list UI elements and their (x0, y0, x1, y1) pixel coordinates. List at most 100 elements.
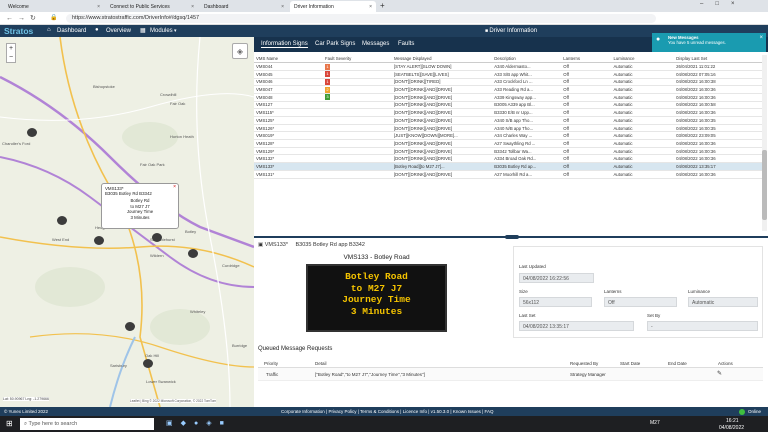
luminance-field: Automatic (688, 297, 758, 307)
browser-tab-driver-info[interactable]: Driver Information × (290, 1, 376, 12)
popup-desc: B3035 Botley Rd B3342 (105, 191, 152, 196)
vms-marker[interactable] (188, 249, 198, 258)
tab-faults[interactable]: Faults (398, 41, 414, 47)
close-icon[interactable]: × (369, 4, 372, 10)
map-place-label: Oak Hill (145, 353, 160, 358)
notification-toast[interactable]: ● New Messages You have 5 unread message… (652, 33, 766, 52)
fault-severity-cell (322, 162, 392, 171)
online-status: Online (748, 409, 762, 414)
close-icon[interactable]: × (97, 4, 100, 10)
table-row[interactable]: VMS046 1 [DON'T][DRINK][TIRED] A33 Crockfor… (254, 78, 762, 87)
queue-col: Start Date (620, 361, 641, 366)
edit-icon[interactable]: ✎ (717, 370, 722, 377)
table-scrollbar[interactable] (762, 55, 767, 231)
cell-lan: Off (561, 78, 612, 87)
cell-msg: [SEATBELTS][SAVE][LIVES] (391, 70, 493, 79)
monitor-icon: ▣ (258, 242, 265, 248)
column-header[interactable]: VMS Name (254, 55, 323, 64)
table-row[interactable]: VMS045 1 [SEATBELTS][SAVE][LIVES] A33 S/B a… (254, 70, 762, 79)
vms-marker[interactable] (57, 216, 67, 225)
vms-marker[interactable] (125, 322, 135, 331)
cell-name: VMS115* (254, 108, 323, 117)
cell-msg: [DON'T][DRINK][AND][DRIVE] (391, 108, 493, 117)
taskbar-search-text: Type here to search (28, 421, 78, 427)
table-row[interactable]: VMS019* [JUST][KNOW][DOWN][MORE]... A34 Ch… (254, 131, 762, 141)
column-header[interactable]: Luminance (611, 55, 675, 64)
fault-severity-cell: 2 (322, 85, 392, 94)
map-panel[interactable]: + − ◈ Bishopstoke Crowdhill Fair Oak Hort… (0, 37, 254, 407)
windows-start-icon[interactable]: ⊞ (6, 419, 13, 428)
window-controls[interactable]: –□× (700, 1, 746, 7)
close-icon[interactable]: × (759, 35, 763, 41)
map-place-label: Fair Oak Park (140, 162, 165, 167)
browser-tab-welcome[interactable]: Welcome × (4, 1, 104, 12)
close-icon[interactable]: × (191, 4, 194, 10)
tab-car-park-signs[interactable]: Car Park Signs (315, 41, 355, 47)
cell-last: 04/08/2022 16:00:36 (674, 85, 762, 94)
table-row[interactable]: VMS127 [DON'T][DRINK][AND][DRIVE] B3005 A3… (254, 101, 762, 110)
vms-marker[interactable] (143, 359, 153, 368)
queue-col: End Date (668, 361, 687, 366)
nav-arrows-icon[interactable]: ←→↻ (6, 14, 41, 22)
table-row[interactable]: VMS133* [Botley Road][to M27 J7]... B3035 … (254, 162, 762, 171)
footer-links[interactable]: Corporate Information | Privacy Policy |… (281, 409, 494, 414)
nav-overview[interactable]: Overview (106, 28, 131, 34)
fault-severity-cell (322, 147, 392, 156)
table-row[interactable]: VMS126* [DON'T][DRINK][AND][DRIVE] A340 N/… (254, 124, 762, 133)
column-header[interactable]: Fault Severity (322, 55, 392, 64)
table-row[interactable]: VMS048 3 [DON'T][DRINK][AND][DRIVE] A339 Ki… (254, 93, 762, 102)
copyright: © Yunex Limited 2022 (4, 409, 49, 414)
size-field: 56x112 (519, 297, 592, 307)
column-header[interactable]: Description (492, 55, 562, 64)
map-popup: VMS133* B3035 Botley Rd B3342 Botley Rd … (101, 183, 179, 229)
table-row[interactable]: VMS129* [DON'T][DRINK][AND][DRIVE] B3342 T… (254, 147, 762, 156)
set-by-label: Set By (647, 313, 661, 318)
browser-tab-dashboard[interactable]: Dashboard × (200, 1, 288, 12)
cell-desc: B3330 E/B nr Upp... (492, 108, 562, 117)
page-title: Driver Information (489, 28, 538, 34)
taskbar-search[interactable]: ⌕ Type here to search (20, 418, 154, 430)
zoom-controls[interactable]: + − (6, 43, 16, 63)
nav-dashboard[interactable]: Dashboard (57, 28, 86, 34)
cell-lan: Off (561, 154, 612, 164)
cell-name: VMS128* (254, 139, 323, 148)
cell-lum: Automatic (611, 131, 675, 141)
taskbar-app-icons[interactable]: ▣◆●◈■ (166, 419, 232, 427)
vms-marker[interactable] (94, 236, 104, 245)
table-header-row: VMS Name Fault Severity Message Displayed D… (254, 55, 762, 64)
browser-tab-public-services[interactable]: Connect to Public Services × (106, 1, 198, 12)
layers-icon[interactable]: ◈ (232, 43, 248, 59)
cell-lum: Automatic (611, 78, 675, 87)
vms-marker[interactable] (27, 128, 37, 137)
table-row[interactable]: VMS132* [DON'T][DRINK][AND][DRIVE] A334 Br… (254, 154, 762, 164)
table-row[interactable]: VMS128* [DON'T][DRINK][AND][DRIVE] A27 Swa… (254, 139, 762, 148)
fault-severity-cell (322, 139, 392, 148)
table-row[interactable]: VMS131* [DON'T][DRINK][AND][DRIVE] A27 Moo… (254, 170, 762, 179)
url-input[interactable]: https://www.stratostraffic.com/DriverInf… (66, 14, 656, 23)
splitter-handle[interactable] (505, 235, 519, 239)
column-header[interactable]: Message Displayed (391, 55, 493, 64)
sign-properties: Last Updated 04/08/2022 16:22:56 Size 56… (513, 246, 763, 338)
cell-lan: Off (561, 62, 612, 71)
cell-last: 04/08/2022 16:00:36 (674, 93, 762, 102)
table-row[interactable]: VMS044 1 [STAY ALERT][SLOW DOWN] A340 Alder… (254, 62, 762, 71)
column-header[interactable]: Display Last Set (674, 55, 762, 64)
signs-table: VMS Name Fault Severity Message Displayed D… (254, 55, 762, 179)
close-icon[interactable]: × (173, 184, 176, 190)
queue-row[interactable]: Traffic ["Botley Road","to M27 J7","Jour… (258, 368, 763, 381)
tab-messages[interactable]: Messages (362, 41, 389, 47)
cell-last: 04/08/2022 16:00:36 (674, 170, 762, 179)
cell-desc: B3005 A339 app Bl... (492, 101, 562, 110)
lanterns-field: Off (604, 297, 677, 307)
table-row[interactable]: VMS125* [DON'T][DRINK][AND][DRIVE] A340 S/… (254, 116, 762, 125)
table-row[interactable]: VMS115* [DON'T][DRINK][AND][DRIVE] B3330 E… (254, 108, 762, 117)
cell-last: 04/08/2022 16:00:36 (674, 147, 762, 156)
fault-severity-cell: 3 (322, 93, 392, 102)
column-header[interactable]: Lanterns (561, 55, 612, 64)
table-row[interactable]: VMS047 2 [DON'T][DRINK][AND][DRIVE] A33 Rea… (254, 85, 762, 94)
tab-information-signs[interactable]: Information Signs (261, 41, 308, 48)
close-icon[interactable]: × (281, 4, 284, 10)
nav-modules[interactable]: Modules (150, 28, 173, 34)
new-tab-button[interactable]: + (380, 1, 385, 10)
vms-marker[interactable] (152, 233, 162, 242)
